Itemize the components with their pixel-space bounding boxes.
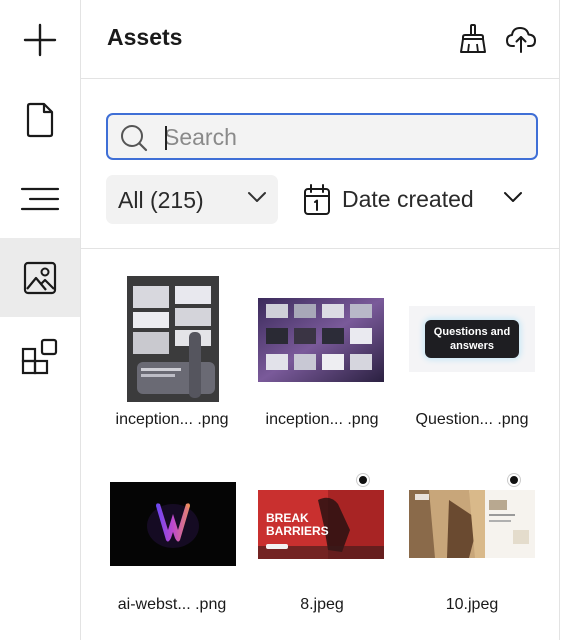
asset-label: inception... .png [115, 411, 229, 428]
menu-lines-icon [20, 187, 60, 210]
layers-button[interactable] [0, 159, 80, 238]
sort-value: Date created [342, 186, 474, 212]
asset-thumbnail [110, 482, 236, 566]
asset-thumbnail: BREAK BARRIERS [258, 490, 384, 559]
asset-label: Question... .png [415, 411, 529, 428]
plus-icon [23, 23, 57, 56]
page-title: Assets [107, 24, 183, 50]
qa-badge-text: Questions and answers [433, 326, 511, 352]
components-button[interactable] [0, 317, 80, 396]
asset-label: inception... .png [265, 411, 379, 428]
left-rail [0, 0, 81, 640]
search-input[interactable] [164, 121, 524, 153]
sort-dropdown[interactable]: Date created [303, 182, 528, 218]
search-icon [121, 125, 148, 152]
image-icon [23, 261, 57, 294]
asset-label: ai-webst... .png [117, 596, 227, 613]
page-icon [26, 102, 54, 137]
type-filter-dropdown[interactable]: All (215) [106, 175, 278, 224]
cloud-upload-icon [506, 27, 536, 53]
text-caret [165, 126, 167, 150]
asset-thumbnail [127, 276, 219, 402]
qa-badge: Questions and answers [425, 320, 519, 358]
upload-button[interactable] [505, 22, 537, 56]
asset-thumbnail [258, 298, 384, 382]
add-button[interactable] [0, 0, 80, 79]
clean-button[interactable] [457, 22, 489, 56]
components-icon [21, 338, 58, 374]
calendar-icon [304, 184, 330, 215]
thumb-headline: BREAK BARRIERS [266, 511, 329, 538]
divider [81, 248, 560, 249]
asset-thumbnail: Questions and answers [409, 306, 535, 372]
assets-panel: Assets All (215) [81, 0, 560, 640]
type-filter-value: All (215) [118, 187, 204, 213]
broom-icon [460, 24, 486, 53]
search-box[interactable] [106, 113, 538, 160]
asset-label: 10.jpeg [445, 596, 499, 613]
pages-button[interactable] [0, 80, 80, 159]
chevron-down-icon [504, 192, 522, 202]
panel-header: Assets [81, 0, 560, 79]
status-dot [508, 474, 520, 486]
status-dot [357, 474, 369, 486]
assets-button[interactable] [0, 238, 80, 317]
chevron-down-icon [248, 192, 266, 202]
asset-label: 8.jpeg [300, 596, 344, 613]
asset-thumbnail [409, 490, 535, 558]
